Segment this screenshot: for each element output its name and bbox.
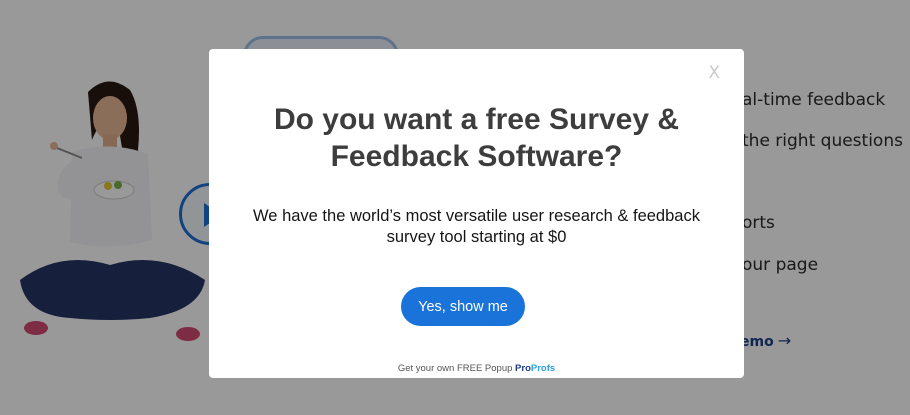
popup-subtitle: We have the world’s most versatile user … xyxy=(253,207,700,246)
footer-text: Get your own FREE Popup xyxy=(397,363,513,374)
survey-popup: X Do you want a free Survey & Feedback S… xyxy=(209,49,744,378)
yes-show-me-button[interactable]: Yes, show me xyxy=(401,287,525,326)
close-icon[interactable]: X xyxy=(708,63,720,83)
popup-title: Do you want a free Survey & Feedback Sof… xyxy=(273,103,680,173)
proprofs-logo[interactable]: ProProfs xyxy=(515,363,555,374)
popup-footer[interactable]: Get your own FREE Popup ProProfs xyxy=(209,363,744,374)
